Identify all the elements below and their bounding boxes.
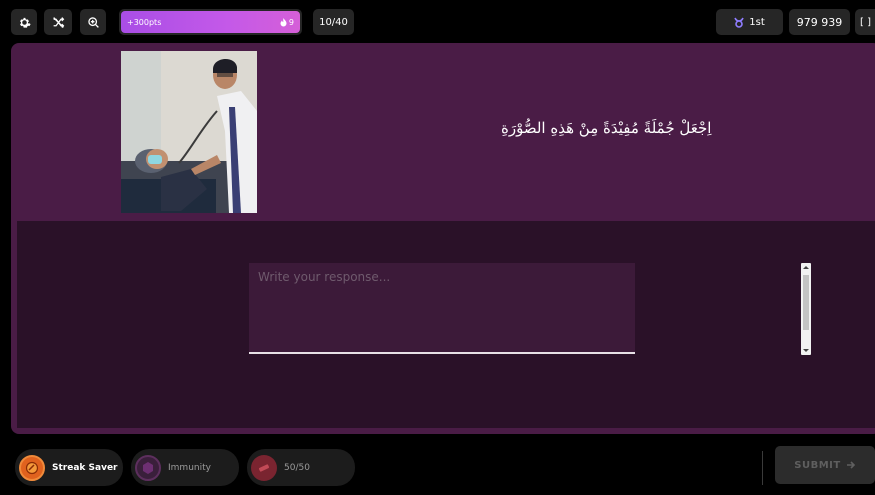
immunity-icon (135, 454, 161, 481)
powerup-streak-saver[interactable]: Streak Saver (15, 449, 123, 486)
question-text: اِجْعَلْ جُمْلَةً مُفِيْدَةً مِنْ هَذِهِ… (501, 119, 712, 137)
scroll-thumb[interactable] (803, 275, 809, 330)
answer-area (17, 221, 875, 428)
scroll-down-icon[interactable] (803, 349, 809, 352)
gear-icon (19, 17, 31, 28)
powerup-fifty-fifty-label: 50/50 (284, 462, 310, 473)
powerup-fifty-fifty[interactable]: 50/50 (247, 449, 355, 486)
flame-icon (280, 17, 287, 26)
taurus-icon (734, 17, 744, 28)
score-display: 979 939 (789, 9, 850, 35)
submit-label: SUBMIT (794, 459, 841, 471)
streak-progress-bar: +300pts 9 (119, 9, 302, 35)
fullscreen-icon: [ ] (860, 16, 871, 28)
powerup-streak-saver-label: Streak Saver (52, 462, 118, 473)
streak-saver-icon (19, 454, 45, 481)
fullscreen-button[interactable]: [ ] (855, 9, 875, 35)
settings-button[interactable] (11, 9, 37, 35)
rank-badge: 1st (716, 9, 783, 35)
question-panel: اِجْعَلْ جُمْلَةً مُفِيْدَةً مِنْ هَذِهِ… (11, 43, 875, 434)
streak-progress-fill: +300pts 9 (121, 11, 300, 33)
zoom-button[interactable] (80, 9, 106, 35)
question-image (121, 51, 257, 213)
shuffle-off-icon (52, 16, 64, 28)
powerup-immunity[interactable]: Immunity (131, 449, 239, 486)
top-bar: +300pts 9 10/40 1st 979 939 [ ] (0, 0, 875, 42)
response-box (249, 263, 635, 354)
bottom-divider (762, 451, 763, 485)
question-counter: 10/40 (313, 9, 354, 35)
doctor-patient-illustration (121, 51, 257, 213)
streak-count: 9 (280, 17, 294, 27)
response-scrollbar[interactable] (801, 263, 811, 355)
rank-label: 1st (749, 16, 765, 28)
arrow-right-icon (846, 461, 855, 469)
streak-points-label: +300pts (127, 17, 162, 27)
powerup-immunity-label: Immunity (168, 462, 211, 473)
response-input[interactable] (249, 263, 635, 352)
scroll-up-icon[interactable] (803, 266, 809, 269)
zoom-in-icon (87, 16, 99, 28)
streak-count-value: 9 (288, 17, 294, 27)
fifty-fifty-icon (251, 454, 277, 481)
shuffle-toggle-button[interactable] (44, 9, 72, 35)
submit-button[interactable]: SUBMIT (775, 446, 875, 484)
